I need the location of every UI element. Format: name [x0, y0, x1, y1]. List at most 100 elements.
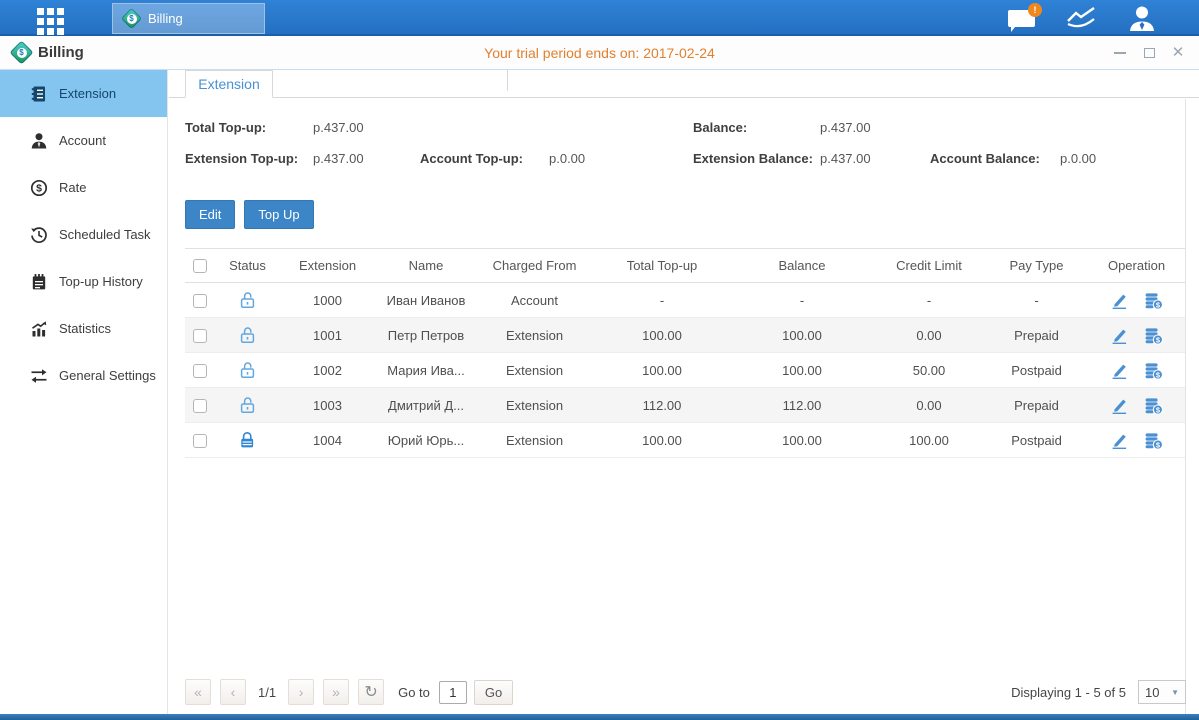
- main-panel: Extension Total Top-up: p.437.00 Balance…: [169, 70, 1199, 714]
- total-topup-value: p.437.00: [313, 120, 364, 135]
- user-icon[interactable]: [1127, 5, 1157, 32]
- unlocked-icon: [239, 361, 256, 379]
- svg-text:$: $: [36, 182, 42, 194]
- sidebar-item-scheduled-task[interactable]: Scheduled Task: [0, 211, 167, 258]
- account-topup-value: p.0.00: [549, 151, 585, 166]
- cell-credit-limit: 100.00: [872, 423, 986, 458]
- column-header-balance: Balance: [732, 249, 872, 283]
- ledger-icon: [30, 85, 48, 103]
- tab-strip: Extension: [169, 70, 1199, 98]
- cell-pay-type: Prepaid: [986, 388, 1087, 423]
- sidebar-item-rate[interactable]: $ Rate: [0, 164, 167, 211]
- cell-status: [215, 283, 280, 318]
- column-header-pay-type: Pay Type: [986, 249, 1087, 283]
- dollar-circle-icon: $: [30, 179, 48, 197]
- last-page-button[interactable]: »: [323, 679, 349, 705]
- unlocked-icon: [239, 291, 256, 309]
- cell-credit-limit: 0.00: [872, 388, 986, 423]
- edit-pencil-icon[interactable]: [1110, 291, 1129, 310]
- column-header-credit-limit: Credit Limit: [872, 249, 986, 283]
- sidebar-item-statistics[interactable]: Statistics: [0, 305, 167, 352]
- cell-charged-from: Extension: [477, 318, 592, 353]
- sidebar-item-label: Top-up History: [59, 274, 143, 289]
- cell-balance: -: [732, 283, 872, 318]
- go-button[interactable]: Go: [474, 680, 513, 705]
- edit-pencil-icon[interactable]: [1110, 431, 1129, 450]
- column-header-operation: Operation: [1087, 249, 1186, 283]
- refresh-icon[interactable]: ↻: [358, 679, 384, 705]
- topbar: $ Billing !: [0, 0, 1199, 36]
- cell-name: Дмитрий Д...: [375, 388, 477, 423]
- cell-operation: $: [1087, 318, 1186, 353]
- table-row: 1004Юрий Юрь...Extension100.00100.00100.…: [185, 423, 1186, 458]
- page-indicator: 1/1: [258, 685, 276, 700]
- table-row: 1003Дмитрий Д...Extension112.00112.000.0…: [185, 388, 1186, 423]
- cell-status: [215, 423, 280, 458]
- window-titlebar: $ Billing Your trial period ends on: 201…: [0, 36, 1199, 70]
- row-checkbox[interactable]: [193, 364, 207, 378]
- cell-extension: 1002: [280, 353, 375, 388]
- cell-extension: 1004: [280, 423, 375, 458]
- cell-credit-limit: 0.00: [872, 318, 986, 353]
- next-page-button[interactable]: ›: [288, 679, 314, 705]
- sidebar-item-label: Statistics: [59, 321, 111, 336]
- row-checkbox[interactable]: [193, 329, 207, 343]
- topup-coins-icon[interactable]: $: [1144, 431, 1163, 450]
- app-grid-icon[interactable]: [37, 8, 64, 35]
- sidebar-item-extension[interactable]: Extension: [0, 70, 167, 117]
- sidebar-item-account[interactable]: Account: [0, 117, 167, 164]
- trial-notice: Your trial period ends on: 2017-02-24: [0, 36, 1199, 69]
- sidebar-item-label: General Settings: [59, 368, 156, 383]
- cell-balance: 112.00: [732, 388, 872, 423]
- edit-pencil-icon[interactable]: [1110, 396, 1129, 415]
- bar-chart-icon: [30, 320, 48, 338]
- chevron-down-icon: ▼: [1171, 688, 1179, 697]
- sidebar-item-general-settings[interactable]: General Settings: [0, 352, 167, 399]
- cell-pay-type: Prepaid: [986, 318, 1087, 353]
- sidebar-item-label: Account: [59, 133, 106, 148]
- cell-status: [215, 353, 280, 388]
- row-checkbox[interactable]: [193, 434, 207, 448]
- edit-pencil-icon[interactable]: [1110, 326, 1129, 345]
- top-up-button[interactable]: Top Up: [244, 200, 313, 229]
- tab-strip-divider: [273, 70, 508, 91]
- row-checkbox[interactable]: [193, 294, 207, 308]
- task-tab-billing[interactable]: $ Billing: [112, 3, 265, 34]
- monitor-chart-icon[interactable]: [1065, 5, 1097, 31]
- prev-page-button[interactable]: ‹: [220, 679, 246, 705]
- sidebar-item-label: Scheduled Task: [59, 227, 151, 242]
- extension-topup-value: p.437.00: [313, 151, 364, 166]
- row-checkbox[interactable]: [193, 399, 207, 413]
- tab-extension[interactable]: Extension: [185, 70, 273, 98]
- topup-coins-icon[interactable]: $: [1144, 396, 1163, 415]
- unlocked-icon: [239, 326, 256, 344]
- sidebar-item-top-up-history[interactable]: Top-up History: [0, 258, 167, 305]
- topup-coins-icon[interactable]: $: [1144, 361, 1163, 380]
- cell-name: Петр Петров: [375, 318, 477, 353]
- topup-coins-icon[interactable]: $: [1144, 326, 1163, 345]
- page-size-select[interactable]: 10 ▼: [1138, 680, 1186, 704]
- sidebar-item-label: Rate: [59, 180, 86, 195]
- close-button[interactable]: ✕: [1171, 46, 1185, 60]
- sidebar: Extension Account $ Rate Scheduled Task Top-u…: [0, 70, 168, 714]
- minimize-button[interactable]: [1113, 46, 1127, 60]
- maximize-button[interactable]: [1142, 46, 1156, 60]
- topup-coins-icon[interactable]: $: [1144, 291, 1163, 310]
- edit-button[interactable]: Edit: [185, 200, 235, 229]
- billing-diamond-icon: $: [9, 40, 33, 64]
- cell-extension: 1003: [280, 388, 375, 423]
- messages-icon[interactable]: !: [1008, 10, 1035, 27]
- goto-page-input[interactable]: [439, 681, 467, 704]
- cell-charged-from: Extension: [477, 388, 592, 423]
- column-header-name: Name: [375, 249, 477, 283]
- edit-pencil-icon[interactable]: [1110, 361, 1129, 380]
- first-page-button[interactable]: «: [185, 679, 211, 705]
- table-row: 1000Иван ИвановAccount----$: [185, 283, 1186, 318]
- select-all-checkbox[interactable]: [193, 259, 207, 273]
- cell-operation: $: [1087, 388, 1186, 423]
- cell-charged-from: Account: [477, 283, 592, 318]
- cell-total-topup: 112.00: [592, 388, 732, 423]
- account-balance-label: Account Balance:: [930, 151, 1040, 166]
- balance-label: Balance:: [693, 120, 747, 135]
- extension-table: StatusExtensionNameCharged FromTotal Top…: [185, 248, 1186, 458]
